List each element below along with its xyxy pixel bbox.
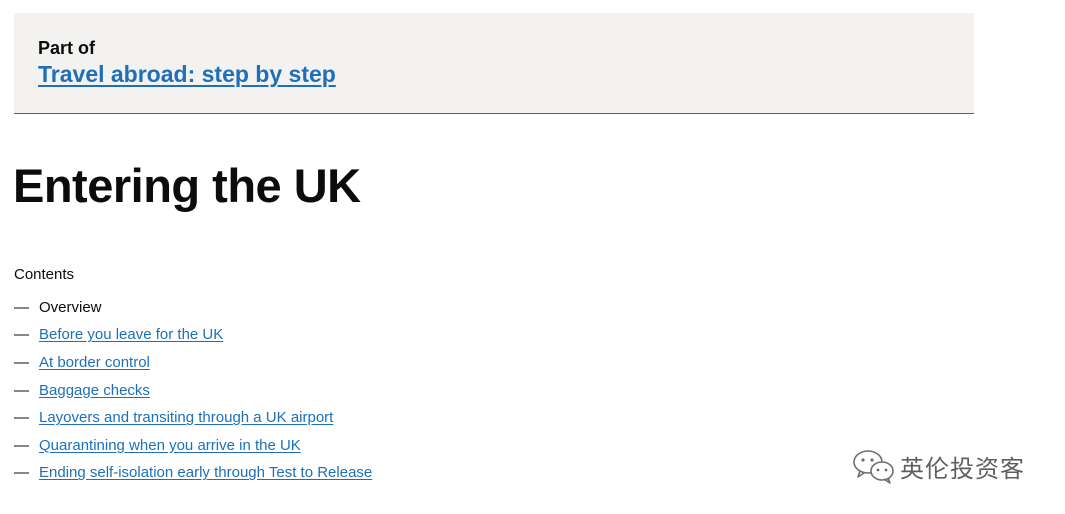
contents-link-quarantining[interactable]: Quarantining when you arrive in the UK	[39, 436, 301, 456]
contents-item-quarantining: — Quarantining when you arrive in the UK	[14, 432, 372, 460]
part-of-label: Part of	[38, 38, 96, 58]
contents-link-border-control[interactable]: At border control	[39, 353, 150, 373]
step-by-step-link[interactable]: Travel abroad: step by step	[38, 60, 336, 88]
list-dash: —	[14, 381, 29, 399]
part-of-panel: Part of Travel abroad: step by step	[14, 13, 974, 114]
list-dash: —	[14, 464, 29, 482]
contents-current-item: Overview	[39, 298, 102, 316]
contents-link-before-you-leave[interactable]: Before you leave for the UK	[39, 325, 223, 345]
contents-item-test-to-release: — Ending self-isolation early through Te…	[14, 460, 372, 488]
list-dash: —	[14, 326, 29, 344]
contents-item-layovers: — Layovers and transiting through a UK a…	[14, 404, 372, 432]
list-dash: —	[14, 409, 29, 427]
contents-link-baggage-checks[interactable]: Baggage checks	[39, 381, 150, 401]
contents-list: — Overview — Before you leave for the UK…	[14, 294, 372, 487]
contents-item-before-you-leave: — Before you leave for the UK	[14, 322, 372, 350]
contents-link-layovers[interactable]: Layovers and transiting through a UK air…	[39, 408, 333, 428]
list-dash: —	[14, 436, 29, 454]
contents-heading: Contents	[14, 266, 75, 283]
list-dash: —	[14, 298, 29, 316]
page-title: Entering the UK	[13, 159, 361, 212]
watermark-text: 英伦投资客	[900, 454, 1025, 483]
wechat-icon	[853, 450, 894, 484]
contents-link-test-to-release[interactable]: Ending self-isolation early through Test…	[39, 463, 372, 483]
watermark: 英伦投资客	[852, 448, 1025, 484]
contents-item-border-control: — At border control	[14, 349, 372, 377]
contents-item-overview: — Overview	[14, 294, 372, 322]
contents-item-baggage-checks: — Baggage checks	[14, 377, 372, 405]
list-dash: —	[14, 353, 29, 371]
